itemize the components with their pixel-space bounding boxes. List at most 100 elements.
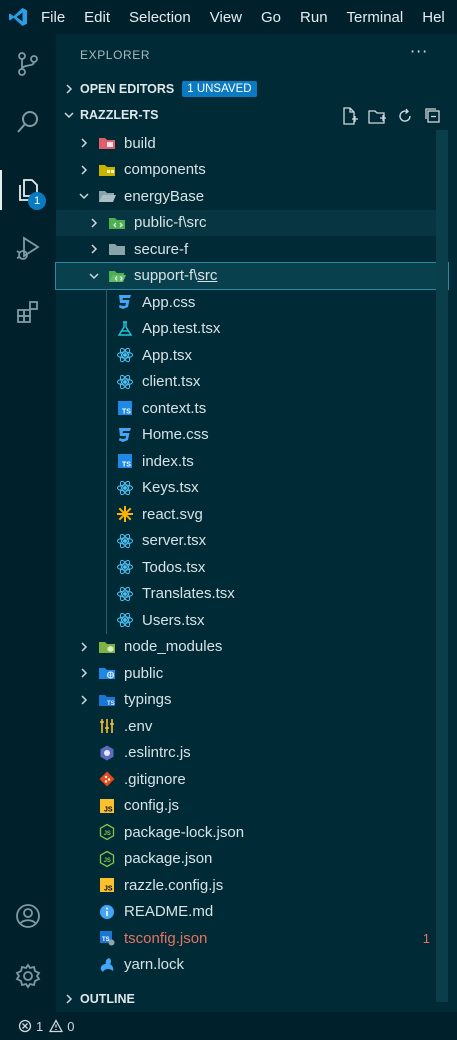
file-row[interactable]: JS package-lock.json xyxy=(56,819,448,845)
source-control-button[interactable] xyxy=(0,40,56,88)
collapse-all-icon[interactable] xyxy=(423,106,443,126)
account-icon xyxy=(16,904,40,928)
project-header[interactable]: RAZZLER-TS xyxy=(56,102,457,128)
file-row[interactable]: TS context.ts xyxy=(56,395,448,421)
menu-run[interactable]: Run xyxy=(300,9,328,26)
file-row[interactable]: Home.css xyxy=(56,422,448,448)
typescript-icon: TS xyxy=(116,399,134,417)
file-row[interactable]: Translates.tsx xyxy=(56,581,448,607)
menu-view[interactable]: View xyxy=(210,9,242,26)
file-row[interactable]: README.md xyxy=(56,899,448,925)
file-row[interactable]: client.tsx xyxy=(56,369,448,395)
file-row[interactable]: JS config.js xyxy=(56,793,448,819)
chevron-down-icon xyxy=(64,112,74,119)
status-bar: 1 0 xyxy=(0,1012,457,1040)
folder-row[interactable]: node_modules xyxy=(56,634,448,660)
folder-row[interactable]: build xyxy=(56,130,448,156)
settings-button[interactable] xyxy=(0,952,56,1000)
problems-status[interactable]: 1 0 xyxy=(18,1019,74,1034)
tsconfig-icon: TS xyxy=(98,929,116,947)
item-label: .env xyxy=(124,717,153,735)
css-icon xyxy=(116,426,134,444)
file-row[interactable]: TS index.ts xyxy=(56,448,448,474)
open-editors-label: OPEN EDITORS xyxy=(80,82,175,96)
yarn-icon xyxy=(98,956,116,974)
item-label: secure-f xyxy=(134,240,189,258)
file-row[interactable]: JS razzle.config.js xyxy=(56,872,448,898)
folder-row[interactable]: secure-f xyxy=(56,236,448,262)
item-label: typings xyxy=(124,691,172,708)
eslint-icon xyxy=(98,744,116,762)
refresh-icon[interactable] xyxy=(395,106,415,126)
accounts-button[interactable] xyxy=(0,892,56,940)
menu-edit[interactable]: Edit xyxy=(84,9,110,26)
menu-help[interactable]: Hel xyxy=(422,9,445,26)
chevron-right-icon xyxy=(81,641,88,652)
folder-open-icon xyxy=(98,187,116,205)
project-label: RAZZLER-TS xyxy=(80,108,159,122)
item-label: context.ts xyxy=(142,399,207,417)
tree-scrollbar[interactable] xyxy=(436,130,448,1002)
folder-row[interactable]: TS typings xyxy=(56,687,448,713)
file-row[interactable]: Keys.tsx xyxy=(56,475,448,501)
javascript-icon: JS xyxy=(98,797,116,815)
env-settings-icon xyxy=(98,717,116,735)
chevron-right-icon xyxy=(81,694,88,705)
compact-folder-src[interactable]: src xyxy=(197,267,217,284)
item-label: Keys.tsx xyxy=(142,479,199,496)
item-label: node_modules xyxy=(124,638,223,655)
menu-selection[interactable]: Selection xyxy=(129,9,191,26)
item-label: support-f xyxy=(134,267,194,284)
new-folder-icon[interactable] xyxy=(367,106,387,126)
react-icon xyxy=(116,585,134,603)
menu-file[interactable]: File xyxy=(41,9,65,26)
folder-row[interactable]: components xyxy=(56,157,448,183)
folder-row[interactable]: support-f \ src xyxy=(55,261,449,290)
folder-row[interactable]: public-f \ src xyxy=(56,209,448,236)
item-label: App.css xyxy=(142,293,196,311)
item-label: .eslintrc.js xyxy=(124,744,191,761)
gear-icon xyxy=(15,963,41,989)
item-label: package-lock.json xyxy=(124,823,245,841)
file-row[interactable]: react.svg xyxy=(56,501,448,527)
folder-row[interactable]: public xyxy=(56,660,448,686)
outline-header[interactable]: OUTLINE xyxy=(56,986,457,1012)
explorer-button[interactable]: 1 xyxy=(0,166,56,214)
extensions-button[interactable] xyxy=(0,288,56,336)
outline-label: OUTLINE xyxy=(80,992,135,1006)
indent-guide xyxy=(106,289,107,634)
search-button[interactable] xyxy=(0,98,56,146)
file-row[interactable]: server.tsx xyxy=(56,528,448,554)
folder-typings-icon: TS xyxy=(98,691,116,709)
item-label: public-f xyxy=(134,214,183,231)
file-row[interactable]: App.tsx xyxy=(56,342,448,368)
compact-folder-src[interactable]: src xyxy=(187,214,207,231)
open-editors-header[interactable]: OPEN EDITORS 1 UNSAVED xyxy=(56,76,457,102)
svg-text:TS: TS xyxy=(122,409,131,416)
menu-terminal[interactable]: Terminal xyxy=(347,9,404,26)
file-row[interactable]: Todos.tsx xyxy=(56,554,448,580)
more-actions-icon[interactable]: ··· xyxy=(410,42,430,62)
svg-text:TS: TS xyxy=(122,462,131,469)
file-row[interactable]: JS package.json xyxy=(56,846,448,872)
css-icon xyxy=(116,293,134,311)
file-row[interactable]: .gitignore xyxy=(56,766,448,792)
run-debug-button[interactable] xyxy=(0,224,56,272)
file-row[interactable]: .env xyxy=(56,713,448,739)
file-row[interactable]: yarn.lock xyxy=(56,952,448,978)
nodejs-icon: JS xyxy=(98,850,116,868)
file-row[interactable]: TS tsconfig.json 1 xyxy=(56,925,448,951)
item-label: razzle.config.js xyxy=(124,876,224,894)
item-label: Users.tsx xyxy=(142,611,205,629)
file-row[interactable]: Users.tsx xyxy=(56,607,448,633)
menu-go[interactable]: Go xyxy=(261,9,281,26)
react-icon xyxy=(116,611,134,629)
file-row[interactable]: App.test.tsx xyxy=(56,316,448,342)
file-row[interactable]: App.css xyxy=(56,289,448,315)
new-file-icon[interactable] xyxy=(339,106,359,126)
item-label: Home.css xyxy=(142,426,209,443)
folder-row[interactable]: energyBase xyxy=(56,183,448,209)
menu-bar: File Edit Selection View Go Run Terminal… xyxy=(0,0,457,34)
file-row[interactable]: .eslintrc.js xyxy=(56,740,448,766)
item-label: App.test.tsx xyxy=(142,320,221,337)
